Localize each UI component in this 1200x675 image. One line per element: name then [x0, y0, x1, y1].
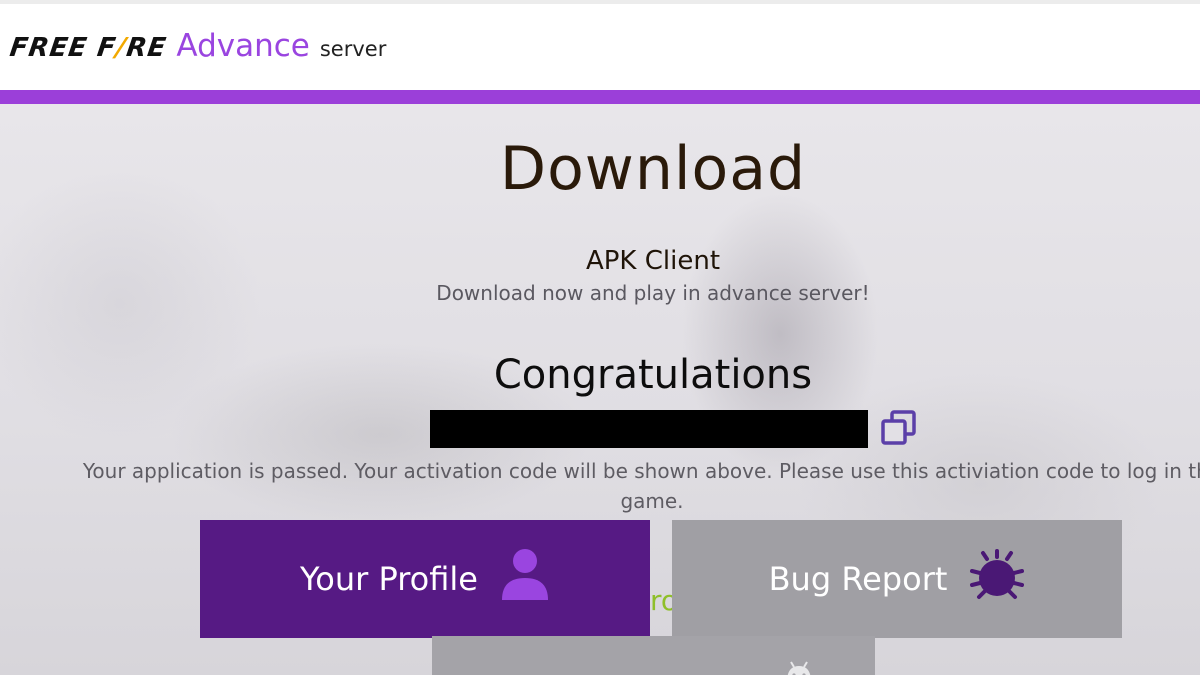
android-icon — [784, 654, 814, 675]
apk-client-heading: APK Client — [585, 246, 721, 276]
congrats-heading: Congratulations — [493, 352, 813, 398]
activation-notice: Your application is passed. Your activat… — [82, 459, 1200, 513]
apk-client-subtitle: Download now and play in advance server! — [436, 281, 870, 305]
copy-icon[interactable] — [880, 409, 918, 447]
page-title: Download — [499, 134, 807, 204]
header-accent-bar — [0, 90, 1200, 104]
download-apk-button[interactable] — [432, 636, 875, 675]
site-header: FREE F/RE Advance server — [0, 4, 1200, 90]
logo-advance-text: Advance — [176, 28, 310, 64]
bug-icon — [969, 547, 1025, 611]
bug-report-button[interactable]: Bug Report — [672, 520, 1122, 638]
activation-code-field[interactable] — [430, 410, 868, 448]
your-profile-button[interactable]: Your Profile — [200, 520, 650, 638]
your-profile-label: Your Profile — [300, 560, 478, 598]
user-icon — [500, 548, 550, 610]
bug-report-label: Bug Report — [768, 560, 948, 598]
logo-brand: FREE F/RE — [7, 33, 169, 63]
logo-server-text: server — [319, 37, 387, 61]
site-logo[interactable]: FREE F/RE Advance server — [7, 28, 387, 64]
main-content: Download APK Client Download now and pla… — [0, 104, 1200, 675]
